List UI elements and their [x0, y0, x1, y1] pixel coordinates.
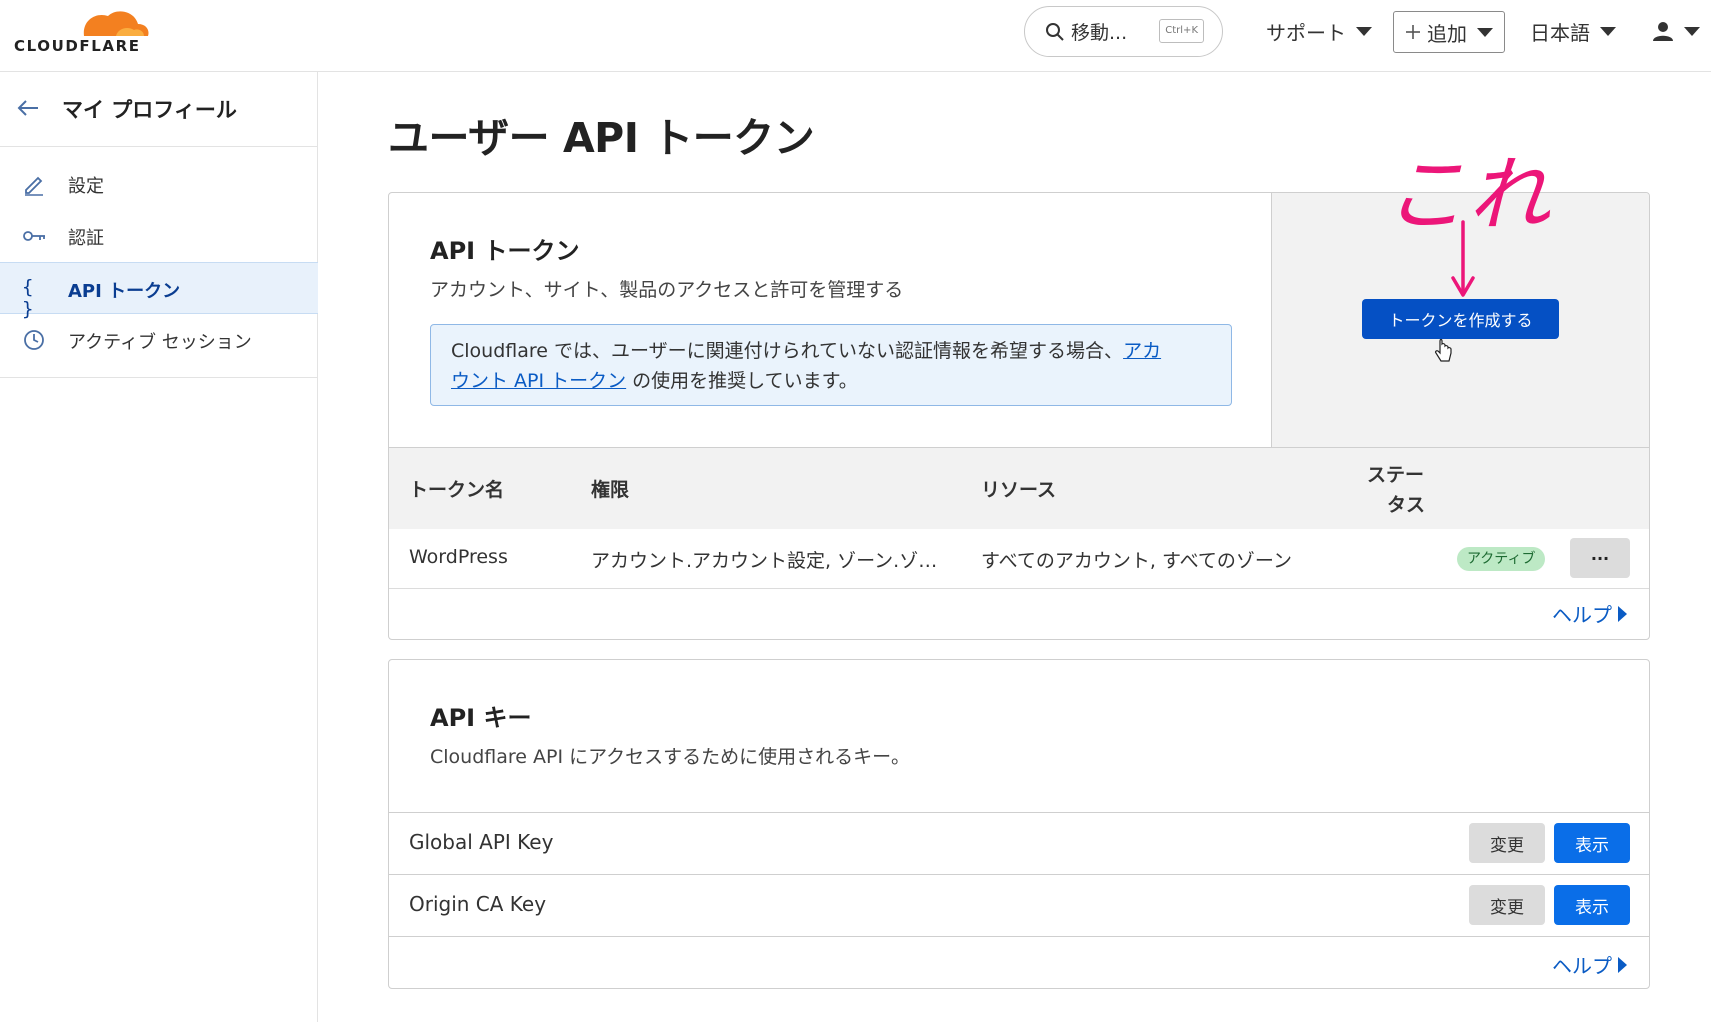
- column-header-status-cont: タス: [1387, 494, 1426, 516]
- more-actions-button[interactable]: ···: [1570, 538, 1630, 578]
- chevron-down-icon: [1600, 26, 1616, 36]
- token-permissions: アカウント.アカウント設定, ゾーン.ゾ…: [591, 550, 938, 572]
- api-keys-description: Cloudflare API にアクセスするために使用されるキー。: [430, 746, 910, 768]
- view-key-button[interactable]: 表示: [1554, 885, 1630, 925]
- language-label: 日本語: [1530, 20, 1590, 45]
- notice-text-suffix: の使用を推奨しています。: [626, 370, 858, 392]
- notice-text: Cloudflare では、ユーザーに関連付けられていない認証情報を希望する場合…: [451, 340, 1124, 362]
- search-icon: [1046, 22, 1064, 41]
- sidebar-header: マイ プロフィール: [0, 72, 318, 147]
- status-badge: アクティブ: [1457, 547, 1546, 571]
- language-menu[interactable]: 日本語: [1530, 16, 1616, 46]
- braces-icon: { }: [22, 276, 34, 320]
- column-header-token-name: トークン名: [409, 479, 505, 501]
- list-item: Origin CA Key 変更 表示: [389, 874, 1649, 936]
- search-input[interactable]: 移動... Ctrl+K: [1024, 6, 1223, 57]
- change-key-button[interactable]: 変更: [1469, 823, 1545, 863]
- info-notice: Cloudflare では、ユーザーに関連付けられていない認証情報を希望する場合…: [430, 324, 1232, 406]
- search-shortcut: Ctrl+K: [1159, 19, 1204, 43]
- key-name: Global API Key: [409, 830, 554, 854]
- page-title: ユーザー API トークン: [388, 114, 815, 162]
- add-label: 追加: [1427, 21, 1467, 46]
- sidebar-item-settings[interactable]: 設定: [0, 158, 318, 210]
- sidebar-item-active-sessions[interactable]: アクティブ セッション: [0, 314, 318, 366]
- api-tokens-description: アカウント、サイト、製品のアクセスと許可を管理する: [430, 279, 904, 301]
- create-token-button[interactable]: トークンを作成する: [1362, 299, 1559, 339]
- pencil-icon: [25, 176, 43, 196]
- annotation-arrow-icon: [1451, 220, 1475, 297]
- hand-cursor-icon: [1435, 339, 1452, 362]
- key-name: Origin CA Key: [409, 892, 547, 916]
- sidebar-item-label: アクティブ セッション: [68, 332, 252, 353]
- help-link[interactable]: ヘルプ: [1552, 599, 1627, 628]
- api-tokens-info: API トークン アカウント、サイト、製品のアクセスと許可を管理する Cloud…: [389, 193, 1272, 447]
- token-resources: すべてのアカウント, すべてのゾーン: [981, 550, 1292, 572]
- key-icon: [23, 231, 45, 241]
- column-header-status: ステー: [1367, 464, 1425, 486]
- caret-right-icon: [1618, 956, 1627, 973]
- plus-icon: [1406, 25, 1420, 39]
- sidebar-item-label: 認証: [68, 228, 104, 249]
- top-header: CLOUDFLARE 移動... Ctrl+K サポート 追加 日本語: [0, 0, 1711, 72]
- chevron-down-icon: [1684, 26, 1700, 36]
- caret-right-icon: [1618, 605, 1627, 622]
- sidebar-divider: [0, 377, 318, 378]
- sidebar-title: マイ プロフィール: [62, 98, 237, 122]
- sidebar-item-api-tokens[interactable]: { } API トークン: [0, 262, 318, 320]
- user-menu[interactable]: [1652, 16, 1700, 46]
- column-header-resources: リソース: [981, 479, 1057, 501]
- chevron-down-icon: [1477, 27, 1493, 37]
- list-item: Global API Key 変更 表示: [389, 812, 1649, 874]
- account-api-token-link[interactable]: アカ: [1123, 340, 1161, 362]
- sidebar-item-label: 設定: [68, 176, 104, 197]
- help-label: ヘルプ: [1552, 954, 1612, 978]
- sidebar-item-authentication[interactable]: 認証: [0, 210, 318, 262]
- api-keys-card: API キー Cloudflare API にアクセスするために使用されるキー。…: [388, 659, 1650, 989]
- user-icon: [1653, 22, 1673, 41]
- help-link[interactable]: ヘルプ: [1552, 950, 1627, 979]
- tokens-table-header: トークン名 権限 リソース ステー タス: [389, 447, 1649, 529]
- change-key-button[interactable]: 変更: [1469, 885, 1545, 925]
- api-keys-title: API キー: [430, 704, 532, 732]
- api-tokens-title: API トークン: [430, 237, 580, 265]
- sidebar-item-label: API トークン: [68, 281, 181, 302]
- sidebar: マイ プロフィール 設定 認証 { } API トークン アクティブ セッション: [0, 72, 318, 1022]
- account-api-token-link-cont[interactable]: ウント API トークン: [451, 370, 626, 392]
- cloudflare-logo[interactable]: CLOUDFLARE: [12, 6, 152, 56]
- help-label: ヘルプ: [1552, 603, 1612, 627]
- add-button[interactable]: 追加: [1393, 11, 1505, 53]
- search-label: 移動...: [1071, 22, 1128, 44]
- support-label: サポート: [1266, 20, 1346, 45]
- table-row: WordPress アカウント.アカウント設定, ゾーン.ゾ… すべてのアカウン…: [389, 529, 1649, 589]
- column-header-permissions: 権限: [591, 479, 630, 501]
- logo-text: CLOUDFLARE: [14, 37, 141, 55]
- clock-icon: [24, 330, 44, 350]
- chevron-down-icon: [1356, 26, 1372, 36]
- support-menu[interactable]: サポート: [1266, 16, 1372, 46]
- back-arrow-icon[interactable]: [16, 96, 40, 120]
- token-name: WordPress: [409, 546, 508, 568]
- divider: [389, 936, 1649, 937]
- view-key-button[interactable]: 表示: [1554, 823, 1630, 863]
